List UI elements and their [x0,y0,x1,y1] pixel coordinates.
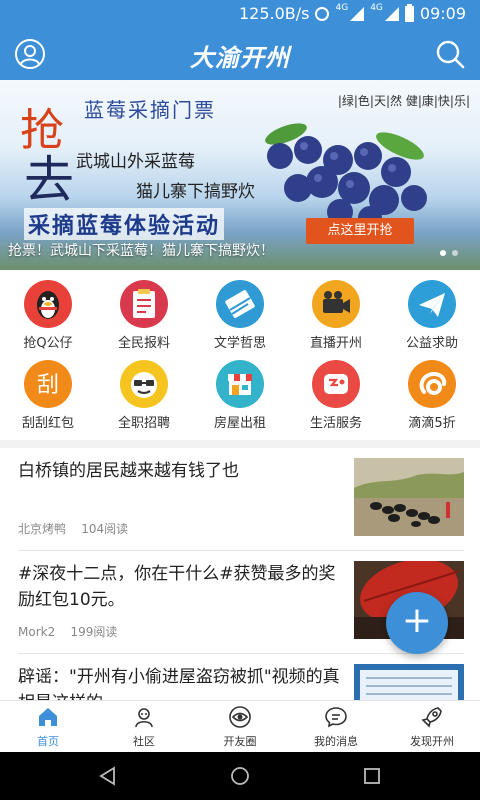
circle-eye-icon [229,706,251,728]
grid-label: 房屋出租 [213,416,266,431]
clipboard-icon [120,280,168,328]
status-bar: 125.0B/s 4G 4G 09:09 [0,0,480,28]
search-icon [436,40,465,69]
home-nav-icon[interactable] [228,764,252,788]
tab-label: 社区 [133,735,155,748]
qq-penguin-icon [24,280,72,328]
grid-label: 抢Q公仔 [23,336,73,351]
alarm-icon [315,6,330,21]
section-separator [0,440,480,448]
feed-meta: Mork2 199阅读 [18,623,117,640]
tab-messages[interactable]: 我的消息 [288,701,384,753]
grid-label: 文学哲思 [213,336,266,351]
signal-icon [350,6,365,21]
grid-label: 公益求助 [405,336,458,351]
grid-label: 全民报料 [117,336,170,351]
feed-title: 白桥镇的居民越来越有钱了也 [18,461,239,481]
book-icon [216,280,264,328]
feed-author: Mork2 [18,625,56,639]
banner-tags: |绿|色|天|然 健|康|快|乐| [337,94,470,108]
clock: 09:09 [419,4,466,23]
grid-label: 全职招聘 [117,416,170,431]
feed-item[interactable]: 白桥镇的居民越来越有钱了也 北京烤鸭 104阅读 [0,448,480,548]
banner-line-1: 武城山外采蓝莓 [76,152,195,172]
network-type-1: 4G [335,2,349,13]
grid-item-services[interactable]: 生活服务 [288,350,384,431]
shop-icon [216,360,264,408]
feed-reads: 199阅读 [70,625,118,639]
tab-community[interactable]: 社区 [96,701,192,753]
grid-item-qq-toy[interactable]: 抢Q公仔 [0,270,96,351]
rocket-icon [421,707,442,728]
grid-item-charity[interactable]: 公益求助 [384,270,480,351]
grid-label: 滴滴5折 [408,416,456,431]
app-header: 大渝开州 [0,28,480,80]
service-icon [312,360,360,408]
grid-label: 直播开州 [309,336,362,351]
feed-reads: 104阅读 [81,522,129,536]
system-nav-bar [0,752,480,800]
promo-banner[interactable]: 抢 去 蓝莓采摘门票 |绿|色|天|然 健|康|快|乐| 武城山外采蓝莓 猫儿寨… [0,80,480,270]
grid-label: 生活服务 [309,416,362,431]
tab-label: 首页 [37,735,59,748]
video-camera-icon [312,280,360,328]
network-type-2: 4G [370,2,383,13]
feature-grid: 抢Q公仔 全民报料 文学哲思 直播开州 公益求助 刮 刮刮红包 全职招聘 房屋出… [0,270,480,440]
grid-item-literature[interactable]: 文学哲思 [192,270,288,351]
banner-go-char: 去 [24,151,74,209]
banner-cta-button[interactable]: 点这里开抢 [306,218,414,244]
carousel-dots [440,250,458,256]
search-button[interactable] [434,38,466,70]
blueberries-image [265,123,427,226]
bottom-tab-bar: 首页 社区 开友圈 我的消息 发现开州 [0,700,480,752]
scratch-card-icon: 刮 [24,360,72,408]
grid-label: 刮刮红包 [21,416,74,431]
banner-slogan: 采摘蓝莓体验活动 [24,208,225,240]
grid-item-report[interactable]: 全民报料 [96,270,192,351]
tab-home[interactable]: 首页 [0,701,96,753]
tab-label: 开友圈 [223,735,257,748]
tab-label: 发现开州 [410,735,454,748]
face-glasses-icon [120,360,168,408]
feed-author: 北京烤鸭 [18,522,67,536]
feed-meta: 北京烤鸭 104阅读 [18,520,128,537]
carousel-dot[interactable] [440,250,446,256]
grid-item-scratch[interactable]: 刮 刮刮红包 [0,350,96,431]
home-icon [39,708,57,726]
signal-icon-2 [384,6,399,21]
tab-discover[interactable]: 发现开州 [384,701,480,753]
didi-icon [408,360,456,408]
app-logo: 大渝开州 [190,44,290,72]
feed-thumbnail [354,458,464,536]
tab-friends-circle[interactable]: 开友圈 [192,701,288,753]
add-post-button[interactable]: + [386,592,448,654]
message-icon [325,707,347,728]
grid-item-rental[interactable]: 房屋出租 [192,350,288,431]
banner-line-2: 猫儿寨下搞野炊 [136,182,255,202]
tab-label: 我的消息 [314,735,358,748]
feed-title: #深夜十二点，你在干什么#获赞最多的奖励红包10元。 [18,564,336,610]
back-icon[interactable] [96,764,120,788]
paper-plane-icon [408,280,456,328]
grid-item-live[interactable]: 直播开州 [288,270,384,351]
banner-title: 蓝莓采摘门票 [84,98,216,122]
svg-text:刮: 刮 [37,373,59,398]
grid-item-didi[interactable]: 滴滴5折 [384,350,480,431]
battery-icon [404,3,414,22]
grid-item-jobs[interactable]: 全职招聘 [96,350,192,431]
carousel-dot[interactable] [452,250,458,256]
recents-icon[interactable] [360,764,384,788]
community-icon [135,708,153,728]
banner-caption: 抢票！武城山下采蓝莓！猫儿寨下搞野炊！ [8,243,274,259]
network-speed: 125.0B/s [238,4,310,23]
